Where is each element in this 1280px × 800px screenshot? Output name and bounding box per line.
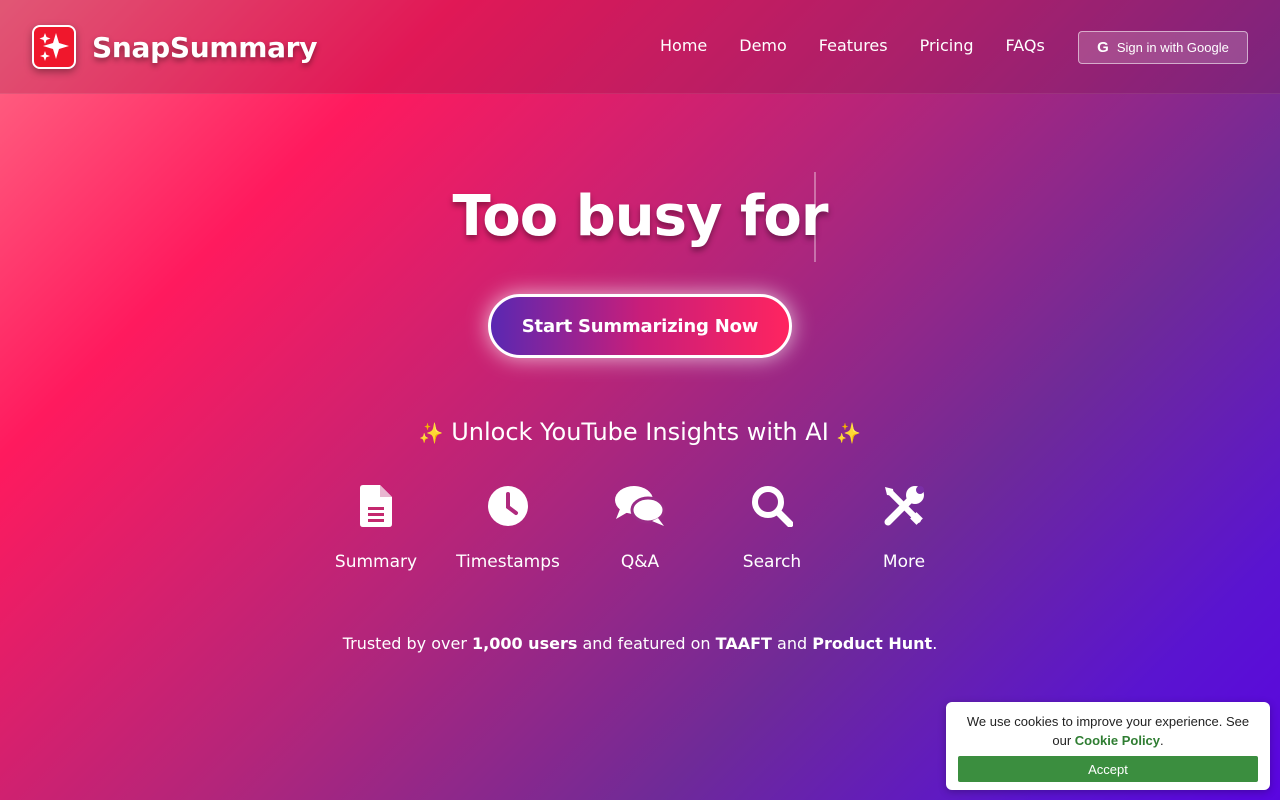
clock-icon: [487, 482, 529, 530]
sparkles-icon: ✨: [418, 421, 444, 445]
trust-statement: Trusted by over 1,000 users and featured…: [0, 634, 1280, 653]
taaft-mention: TAAFT: [715, 634, 772, 653]
typing-caret: [814, 172, 816, 262]
cookie-policy-link[interactable]: Cookie Policy: [1075, 733, 1160, 748]
feature-list: Summary Timestamps Q&A Search More: [310, 482, 970, 572]
trust-text: and: [771, 634, 813, 653]
trust-text: .: [932, 634, 938, 653]
feature-label: Search: [742, 552, 802, 572]
accept-cookies-button[interactable]: Accept: [958, 756, 1258, 782]
feature-qa[interactable]: Q&A: [574, 482, 706, 572]
feature-label: Summary: [334, 552, 418, 572]
hero-title: Too busy for: [452, 184, 829, 249]
feature-summary[interactable]: Summary: [310, 482, 442, 572]
google-icon: G: [1097, 39, 1109, 56]
feature-label: More: [882, 552, 926, 572]
nav-link-demo[interactable]: Demo: [739, 36, 787, 56]
cookie-banner: We use cookies to improve your experienc…: [946, 702, 1270, 790]
google-signin-button[interactable]: G Sign in with Google: [1078, 31, 1248, 64]
nav-links: Home Demo Features Pricing FAQs: [660, 36, 1077, 56]
nav-link-pricing[interactable]: Pricing: [920, 36, 974, 56]
brand[interactable]: SnapSummary: [32, 25, 317, 69]
start-summarizing-button[interactable]: Start Summarizing Now: [488, 294, 792, 358]
cookie-text: We use cookies to improve your experienc…: [956, 712, 1260, 750]
document-icon: [360, 482, 392, 530]
feature-label: Q&A: [620, 552, 660, 572]
signin-label: Sign in with Google: [1116, 40, 1229, 55]
hero-subtitle: ✨ Unlock YouTube Insights with AI ✨: [0, 418, 1280, 446]
nav-link-faqs[interactable]: FAQs: [1006, 36, 1045, 56]
tools-icon: [882, 482, 926, 530]
sparkles-icon: [32, 25, 76, 69]
nav-link-features[interactable]: Features: [819, 36, 888, 56]
product-hunt-mention: Product Hunt: [812, 634, 933, 653]
trust-text: Trusted by over: [342, 634, 472, 653]
navbar: SnapSummary Home Demo Features Pricing F…: [0, 0, 1280, 94]
chat-bubbles-icon: [614, 482, 666, 530]
feature-label: Timestamps: [456, 552, 560, 572]
feature-timestamps[interactable]: Timestamps: [442, 482, 574, 572]
feature-search[interactable]: Search: [706, 482, 838, 572]
feature-more[interactable]: More: [838, 482, 970, 572]
sparkles-icon: ✨: [836, 421, 862, 445]
brand-name: SnapSummary: [92, 30, 318, 64]
user-count: 1,000 users: [472, 634, 578, 653]
subtitle-text: Unlock YouTube Insights with AI: [451, 418, 829, 446]
nav-link-home[interactable]: Home: [660, 36, 707, 56]
trust-text: and featured on: [577, 634, 716, 653]
cookie-message-end: .: [1160, 733, 1164, 748]
search-icon: [751, 482, 793, 530]
